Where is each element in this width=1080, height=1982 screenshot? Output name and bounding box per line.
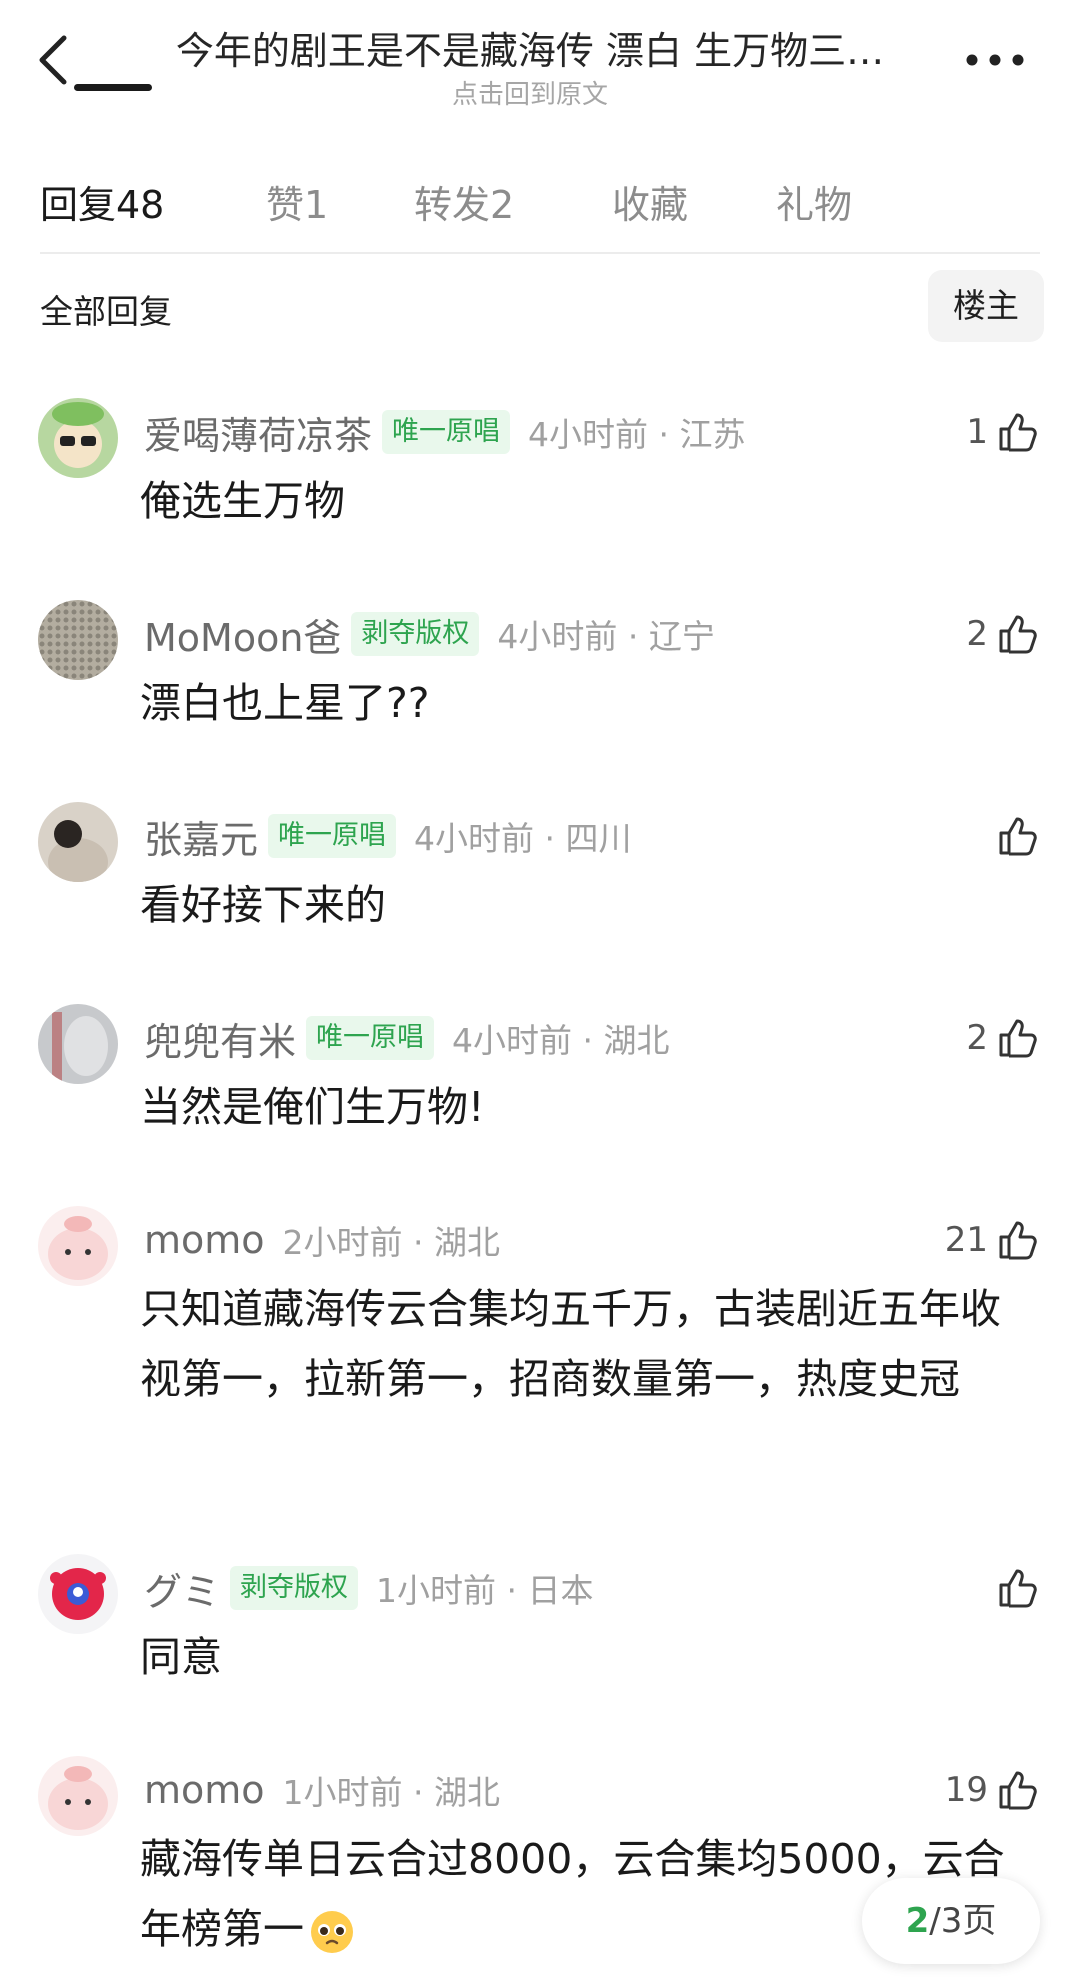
tab-replies[interactable]: 回复48 — [40, 174, 164, 229]
chevron-left-icon[interactable] — [30, 28, 78, 92]
timestamp-location: 4小时前 · 湖北 — [452, 1021, 670, 1060]
pleading-face-icon — [311, 1911, 353, 1953]
avatar[interactable] — [38, 802, 118, 882]
like-count: 1 — [966, 412, 988, 452]
username[interactable]: MoMoon爸 — [144, 607, 341, 662]
username[interactable]: 张嘉元 — [144, 809, 258, 864]
username[interactable]: グミ — [144, 1561, 220, 1616]
like-count: 2 — [966, 1018, 988, 1058]
like-count: 21 — [944, 1220, 988, 1260]
comment-meta: 兜兜有米 唯一原唱 4小时前 · 湖北 — [144, 1012, 669, 1064]
op-only-button[interactable]: 楼主 — [928, 270, 1044, 342]
username[interactable]: momo — [144, 1218, 265, 1262]
comment-text: 同意 — [140, 1633, 222, 1681]
like-button[interactable]: 2 — [966, 608, 1040, 660]
username[interactable]: 兜兜有米 — [144, 1011, 296, 1066]
tab-reposts[interactable]: 转发2 — [414, 174, 514, 229]
like-button[interactable]: 2 — [966, 1012, 1040, 1064]
timestamp-location: 4小时前 · 辽宁 — [497, 617, 715, 656]
like-button[interactable] — [988, 1562, 1040, 1614]
comment-text: 看好接下来的 — [140, 881, 386, 929]
timestamp-location: 1小时前 · 湖北 — [282, 1773, 500, 1812]
avatar[interactable] — [38, 1206, 118, 1286]
comment-text: 俺选生万物 — [140, 477, 345, 525]
avatar[interactable] — [38, 1004, 118, 1084]
user-badge: 唯一原唱 — [268, 814, 397, 858]
timestamp-location: 2小时前 · 湖北 — [282, 1223, 500, 1262]
comment-text: 当然是俺们生万物! — [140, 1083, 485, 1131]
more-dots-icon[interactable] — [960, 40, 1030, 80]
page-title[interactable]: 今年的剧王是不是藏海传 漂白 生万物三… — [120, 20, 940, 75]
thumbs-up-icon — [999, 1771, 1037, 1810]
avatar[interactable] — [38, 1756, 118, 1836]
username[interactable]: momo — [144, 1768, 265, 1812]
page-indicator[interactable]: 2/3页 — [862, 1878, 1040, 1964]
divider — [40, 252, 1040, 254]
like-count: 2 — [966, 614, 988, 654]
tab-likes[interactable]: 赞1 — [266, 174, 328, 229]
user-badge: 剥夺版权 — [351, 612, 480, 656]
tab-gifts[interactable]: 礼物 — [776, 174, 852, 229]
thumbs-up-icon — [999, 1221, 1037, 1260]
total-pages: /3页 — [929, 1901, 997, 1941]
timestamp-location: 4小时前 · 四川 — [414, 819, 632, 858]
thumbs-up-icon — [999, 413, 1037, 452]
timestamp-location: 1小时前 · 日本 — [376, 1571, 594, 1610]
like-button[interactable]: 1 — [966, 406, 1040, 458]
comment-meta: グミ 剥夺版权 1小时前 · 日本 — [144, 1562, 593, 1614]
user-badge: 唯一原唱 — [382, 410, 511, 454]
thumbs-up-icon — [999, 817, 1037, 856]
comment-meta: 张嘉元 唯一原唱 4小时前 · 四川 — [144, 810, 631, 862]
comment-meta: momo 2小时前 · 湖北 — [144, 1214, 500, 1266]
username[interactable]: 爱喝薄荷凉茶 — [144, 405, 372, 460]
thumbs-up-icon — [999, 1019, 1037, 1058]
user-badge: 剥夺版权 — [230, 1566, 359, 1610]
avatar[interactable] — [38, 1554, 118, 1634]
current-page: 2 — [905, 1901, 930, 1941]
top-bar: 今年的剧王是不是藏海传 漂白 生万物三… 点击回到原文 — [0, 0, 1080, 120]
avatar[interactable] — [38, 398, 118, 478]
tab-bar: 回复48 赞1 转发2 收藏 礼物 — [0, 160, 1080, 254]
avatar[interactable] — [38, 600, 118, 680]
like-button[interactable]: 21 — [945, 1214, 1040, 1266]
thumbs-up-icon — [999, 615, 1037, 654]
like-button[interactable]: 19 — [945, 1764, 1040, 1816]
comment-text: 漂白也上星了?? — [140, 679, 430, 727]
comment-meta: 爱喝薄荷凉茶 唯一原唱 4小时前 · 江苏 — [144, 406, 745, 458]
tab-favorites[interactable]: 收藏 — [612, 174, 688, 229]
back-to-post-link[interactable]: 点击回到原文 — [120, 74, 940, 111]
all-replies-label: 全部回复 — [40, 292, 172, 331]
user-badge: 唯一原唱 — [306, 1016, 435, 1060]
comment-text: 只知道藏海传云合集均五千万，古装剧近五年收视第一，拉新第一，招商数量第一，热度史… — [140, 1285, 1001, 1403]
comment-meta: momo 1小时前 · 湖北 — [144, 1764, 500, 1816]
timestamp-location: 4小时前 · 江苏 — [528, 415, 746, 454]
comment-meta: MoMoon爸 剥夺版权 4小时前 · 辽宁 — [144, 608, 715, 660]
active-tab-indicator — [74, 84, 152, 91]
thumbs-up-icon — [999, 1569, 1037, 1608]
like-button[interactable] — [988, 810, 1040, 862]
like-count: 19 — [944, 1770, 988, 1810]
